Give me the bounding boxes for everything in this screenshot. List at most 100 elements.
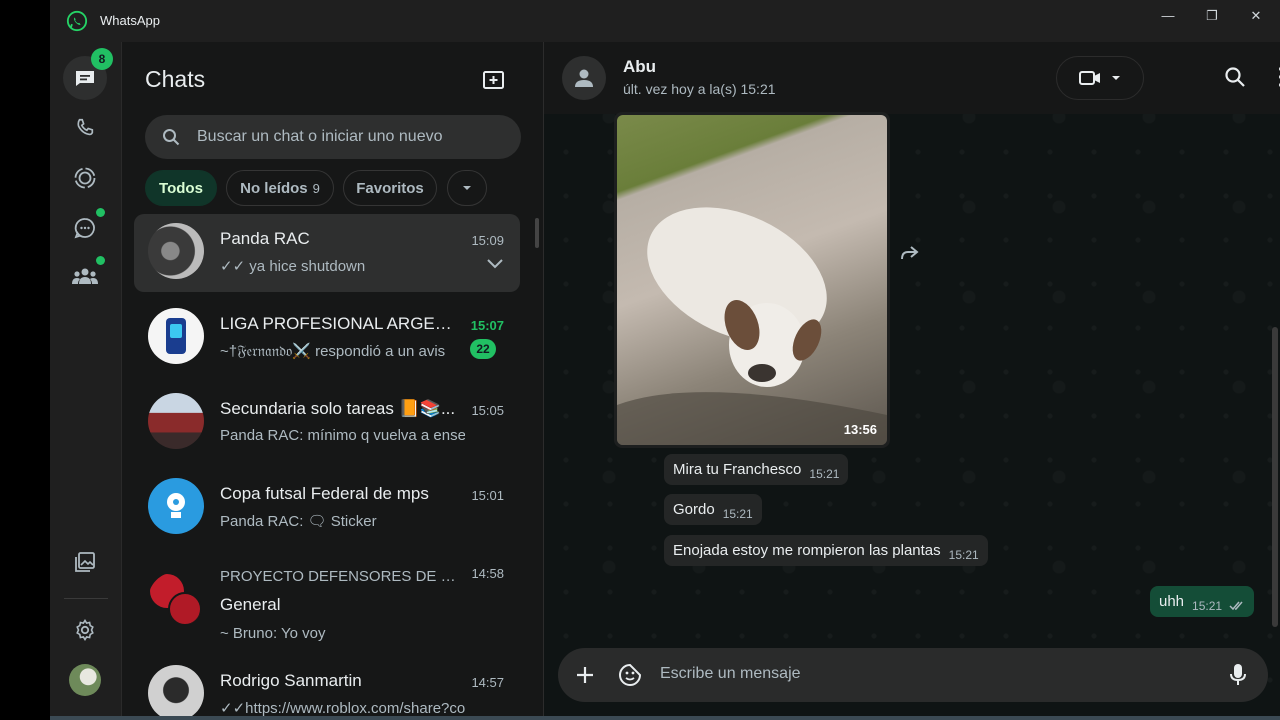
avatar — [148, 393, 204, 449]
contact-avatar[interactable] — [562, 56, 606, 100]
chat-item-rodrigo-sanmartin[interactable]: Rodrigo Sanmartin 14:57 ✓✓https://www.ro… — [134, 656, 520, 716]
whatsapp-logo-icon — [66, 10, 88, 32]
chat-name: LIGA PROFESIONAL ARGEN... — [220, 314, 460, 333]
search-input[interactable]: Buscar un chat o iniciar uno nuevo — [145, 115, 521, 159]
new-chat-icon[interactable] — [480, 66, 508, 94]
chat-item-panda-rac[interactable]: Panda RAC 15:09 ✓✓ ya hice shutdown — [134, 214, 520, 292]
calls-nav-button[interactable] — [63, 106, 107, 150]
chat-time: 14:58 — [471, 566, 504, 581]
channels-icon — [74, 218, 95, 239]
phone-icon — [77, 118, 94, 136]
close-window-button[interactable]: ✕ — [1242, 6, 1270, 26]
whatsapp-window: WhatsApp — ❐ ✕ 8 Chats Buscar un chat o … — [50, 0, 1280, 716]
message-time: 15:21 — [809, 467, 840, 481]
chat-last-message: ~ Bruno: Yo voy — [220, 625, 326, 642]
message-text: Gordo — [673, 501, 715, 518]
chat-item-proyecto-defensores[interactable]: PROYECTO DEFENSORES DE BEL... 14:58 Gene… — [134, 554, 520, 648]
filter-favorites[interactable]: Favoritos — [343, 170, 437, 206]
avatar — [148, 308, 204, 364]
media-nav-button[interactable] — [63, 540, 107, 584]
dog-illustration — [617, 207, 887, 445]
avatar — [148, 665, 204, 716]
minimize-button[interactable]: — — [1154, 6, 1182, 26]
conversation-scrollbar[interactable] — [1272, 327, 1278, 627]
message-time: 15:21 — [1192, 599, 1223, 613]
message-time: 15:21 — [722, 507, 753, 521]
communities-nav-button[interactable] — [63, 254, 107, 298]
chat-list-scrollbar[interactable] — [535, 218, 539, 248]
chat-name: Rodrigo Sanmartin — [220, 671, 362, 690]
avatar — [148, 223, 204, 279]
outgoing-message[interactable]: uhh 15:21 — [1150, 586, 1255, 617]
filter-unread-count: 9 — [312, 180, 320, 196]
chat-last-message: Panda RAC: 🗨 Sticker — [220, 513, 377, 530]
window-bottom-border — [50, 716, 1280, 720]
filter-all[interactable]: Todos — [145, 170, 217, 206]
chat-time: 15:09 — [471, 233, 504, 248]
message-input-placeholder: Escribe un mensaje — [660, 665, 801, 682]
chat-time: 15:05 — [471, 403, 504, 418]
search-icon[interactable] — [1224, 66, 1246, 88]
rail-divider — [64, 598, 108, 599]
avatar — [148, 572, 204, 628]
message-time: 15:21 — [948, 548, 979, 562]
double-check-icon — [1229, 601, 1243, 611]
search-placeholder: Buscar un chat o iniciar uno nuevo — [197, 128, 443, 145]
chat-item-liga-profesional[interactable]: LIGA PROFESIONAL ARGEN... 15:07 ~†𝔉𝔢𝔯𝔫𝔞𝔫… — [134, 299, 520, 377]
chats-icon — [76, 71, 94, 86]
communities-icon — [72, 268, 98, 284]
sticker-emoji-icon[interactable] — [618, 663, 642, 687]
community-badge-front — [168, 592, 202, 626]
chats-nav-button[interactable]: 8 — [63, 48, 113, 100]
filter-more-button[interactable] — [447, 170, 487, 206]
microphone-icon[interactable] — [1230, 663, 1246, 687]
contact-name: Abu — [623, 57, 657, 76]
maximize-button[interactable]: ❐ — [1198, 6, 1226, 26]
forward-icon[interactable] — [898, 244, 920, 262]
chat-name: Panda RAC — [220, 229, 310, 248]
status-icon — [74, 167, 96, 189]
chevron-down-icon — [1112, 76, 1120, 80]
chat-name: Copa futsal Federal de mps — [220, 484, 429, 503]
settings-nav-button[interactable] — [63, 608, 107, 652]
lpf-logo-icon — [166, 318, 186, 354]
filter-unread[interactable]: No leídos 9 — [226, 170, 334, 206]
message-text: Mira tu Franchesco — [673, 461, 802, 478]
video-camera-icon — [1079, 71, 1100, 85]
incoming-message[interactable]: Enojada estoy me rompieron las plantas 15… — [664, 535, 988, 566]
chat-last-message: Panda RAC: mínimo q vuelva a enseñar — [220, 427, 465, 444]
incoming-message[interactable]: Mira tu Franchesco 15:21 — [664, 454, 849, 485]
channels-dot — [96, 208, 105, 217]
trophy-icon — [167, 493, 185, 518]
chevron-down-icon — [463, 186, 471, 190]
chat-last-message: ✓✓ ya hice shutdown — [220, 258, 366, 275]
gallery-icon — [75, 552, 95, 572]
window-title: WhatsApp — [100, 13, 160, 28]
dog-photo[interactable]: 13:56 — [617, 115, 887, 445]
filter-all-label: Todos — [159, 179, 203, 197]
last-seen-status: últ. vez hoy a la(s) 15:21 — [623, 81, 776, 97]
status-nav-button[interactable] — [63, 156, 107, 200]
avatar — [148, 478, 204, 534]
chat-time: 15:01 — [471, 488, 504, 503]
incoming-message[interactable]: Gordo 15:21 — [664, 494, 762, 525]
conversation-header[interactable]: Abu últ. vez hoy a la(s) 15:21 — [544, 42, 1280, 114]
unread-count-badge: 22 — [470, 339, 496, 359]
image-message[interactable]: 13:56 — [614, 112, 890, 448]
video-call-button[interactable] — [1056, 56, 1144, 100]
title-bar: WhatsApp — ❐ ✕ — [50, 0, 1280, 42]
profile-avatar[interactable] — [69, 664, 101, 696]
channels-nav-button[interactable] — [63, 206, 107, 250]
unread-chats-badge: 8 — [91, 48, 113, 70]
chat-item-copa-futsal[interactable]: Copa futsal Federal de mps 15:01 Panda R… — [134, 469, 520, 547]
plus-icon[interactable] — [575, 665, 595, 685]
image-timestamp: 13:56 — [843, 422, 877, 437]
gear-icon — [76, 618, 94, 642]
chevron-down-icon[interactable] — [486, 258, 504, 270]
chat-item-secundaria[interactable]: Secundaria solo tareas 📙📚... 15:05 Panda… — [134, 384, 520, 462]
chat-time: 14:57 — [471, 675, 504, 690]
message-text: Enojada estoy me rompieron las plantas — [673, 542, 941, 559]
message-composer[interactable]: Escribe un mensaje — [558, 648, 1268, 702]
filter-unread-label: No leídos — [240, 179, 308, 197]
group-name: General — [220, 595, 281, 614]
